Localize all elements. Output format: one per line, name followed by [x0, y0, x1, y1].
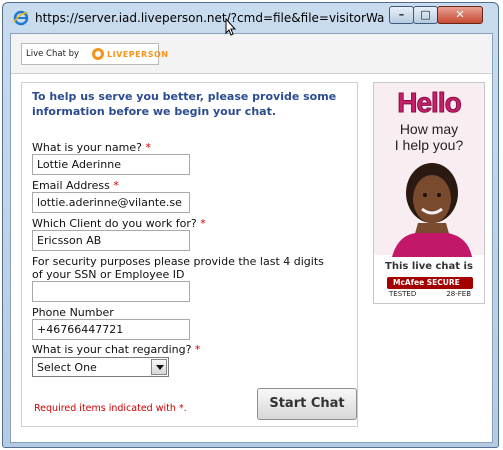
- ad-hello-text: Hello: [397, 87, 462, 119]
- ssn-label-line-1: For security purposes please provide the…: [32, 255, 324, 268]
- mcafee-date-text: 28-FEB: [446, 290, 471, 298]
- header-bar: Live Chat by LIVEPERSON: [11, 34, 492, 74]
- chevron-down-icon[interactable]: [151, 359, 167, 375]
- liveperson-brand[interactable]: Live Chat by LIVEPERSON: [21, 43, 168, 65]
- window-title: https://server.iad.liveperson.net/?cmd=f…: [35, 11, 385, 25]
- browser-popup-window: https://server.iad.liveperson.net/?cmd=f…: [2, 2, 499, 448]
- internet-explorer-icon: [13, 10, 29, 26]
- required-mark: *: [113, 179, 119, 192]
- chat-window-content: Live Chat by LIVEPERSON To help us serve…: [10, 33, 493, 443]
- hello-banner-ad[interactable]: Hello How may I help you? This live chat…: [373, 82, 485, 304]
- liveperson-logo-icon: [92, 48, 104, 60]
- name-label: What is your name? *: [32, 141, 151, 154]
- maximize-button[interactable]: □: [413, 6, 438, 24]
- ssn-field[interactable]: [32, 281, 190, 302]
- agent-photo: [392, 163, 472, 257]
- select-value: Select One: [37, 361, 97, 374]
- name-field[interactable]: [32, 154, 190, 175]
- close-button[interactable]: ✕: [437, 6, 483, 24]
- phone-field[interactable]: [32, 319, 190, 340]
- ad-live-chat-text: This live chat is: [385, 261, 473, 272]
- required-mark: *: [194, 343, 201, 356]
- required-mark: *: [200, 217, 206, 230]
- mcafee-tested-text: TESTED: [389, 290, 417, 298]
- email-label: Email Address *: [32, 179, 119, 192]
- ad-help-you-text: I help you?: [394, 137, 464, 153]
- mcafee-secure-badge[interactable]: McAfee SECURE: [387, 277, 473, 289]
- minimize-button[interactable]: –: [389, 6, 414, 24]
- ssn-label-line-2: of your SSN or Employee ID: [32, 268, 185, 281]
- mcafee-text: McAfee SECURE: [393, 278, 460, 287]
- form-intro: To help us serve you better, please prov…: [32, 90, 337, 118]
- chat-regarding-select[interactable]: Select One: [32, 357, 169, 377]
- live-chat-by-text: Live Chat by: [26, 49, 80, 59]
- required-mark: *: [145, 141, 151, 154]
- mouse-cursor-icon: [225, 18, 237, 36]
- start-chat-button[interactable]: Start Chat: [257, 388, 357, 420]
- required-note: Required items indicated with *.: [34, 403, 187, 414]
- client-label: Which Client do you work for? *: [32, 217, 206, 230]
- email-field[interactable]: [32, 192, 190, 213]
- liveperson-text: LIVEPERSON: [107, 50, 169, 59]
- phone-label: Phone Number: [32, 306, 114, 319]
- ad-how-may-text: How may: [399, 121, 459, 137]
- title-bar[interactable]: https://server.iad.liveperson.net/?cmd=f…: [3, 3, 498, 33]
- regarding-label: What is your chat regarding? *: [32, 343, 201, 356]
- pre-chat-form: To help us serve you better, please prov…: [21, 82, 358, 427]
- client-field[interactable]: [32, 230, 190, 251]
